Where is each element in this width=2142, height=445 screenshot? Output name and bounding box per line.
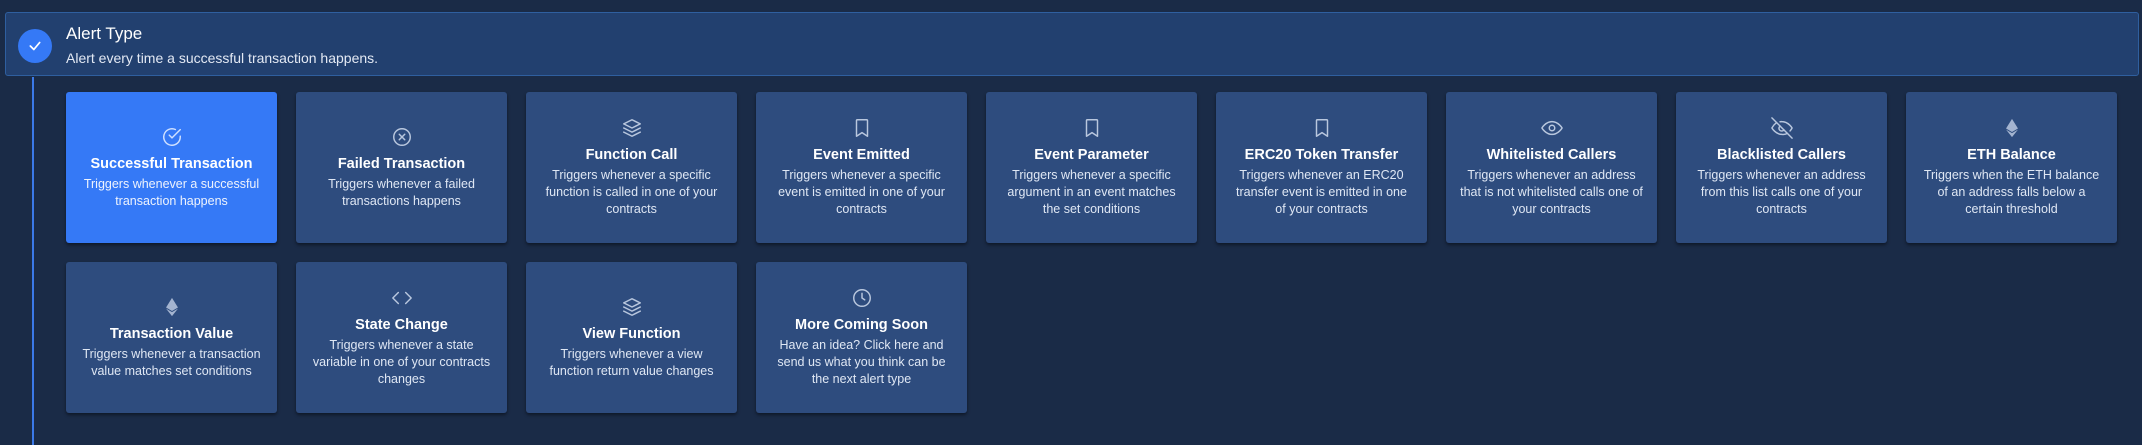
card-title: Blacklisted Callers (1717, 147, 1846, 163)
card-title: ERC20 Token Transfer (1244, 147, 1399, 163)
card-title: Function Call (585, 147, 678, 163)
card-title: View Function (582, 325, 681, 342)
header-subtitle: Alert every time a successful transactio… (66, 50, 379, 66)
alert-type-header[interactable]: Alert Type Alert every time a successful… (5, 12, 2139, 76)
card-title: State Change (355, 317, 448, 333)
alert-card-function-call[interactable]: Function Call Triggers whenever a specifi… (526, 92, 737, 243)
alert-card-event-parameter[interactable]: Event Parameter Triggers whenever a speci… (986, 92, 1197, 243)
alert-card-event-emitted[interactable]: Event Emitted Triggers whenever a specifi… (756, 92, 967, 243)
card-description: Triggers whenever an address that is not… (1460, 168, 1643, 216)
card-title: Event Emitted (813, 147, 910, 163)
card-title: ETH Balance (1967, 147, 2056, 163)
alert-card-blacklisted-callers[interactable]: Blacklisted Callers Triggers whenever an … (1676, 92, 1887, 243)
bookmark-icon (1081, 117, 1103, 139)
bookmark-icon (851, 117, 873, 139)
code-icon (391, 287, 413, 309)
alert-card-more-coming-soon[interactable]: More Coming Soon Have an idea? Click here… (756, 262, 967, 413)
card-description: Triggers whenever a specific argument in… (1007, 168, 1176, 216)
ethereum-icon (161, 296, 183, 318)
card-description: Triggers whenever a failed transactions … (328, 176, 475, 208)
bookmark-icon (1311, 117, 1333, 139)
card-title: Failed Transaction (337, 155, 466, 172)
card-title: Event Parameter (1034, 147, 1149, 163)
eye-icon (1540, 117, 1563, 139)
card-description: Triggers whenever an address from this l… (1697, 168, 1866, 216)
card-title: Successful Transaction (90, 155, 253, 172)
alert-card-eth-balance[interactable]: ETH Balance Triggers when the ETH balance… (1906, 92, 2117, 243)
alert-card-view-function[interactable]: View Function Triggers whenever a view fu… (526, 262, 737, 413)
alert-card-transaction-value[interactable]: Transaction Value Triggers whenever a tra… (66, 262, 277, 413)
card-description: Triggers whenever a state variable in on… (312, 338, 491, 386)
check-circle-icon (161, 126, 183, 148)
eye-off-icon (1770, 117, 1793, 139)
card-description: Triggers when the ETH balance of an addr… (1923, 168, 2100, 216)
alert-type-grid: Successful Transaction Triggers whenever … (66, 92, 2117, 413)
card-description: Triggers whenever a specific function is… (545, 168, 718, 216)
card-title: Whitelisted Callers (1486, 147, 1617, 163)
alert-card-whitelisted-callers[interactable]: Whitelisted Callers Triggers whenever an … (1446, 92, 1657, 243)
alert-card-erc20-token-transfer[interactable]: ERC20 Token Transfer Triggers whenever an… (1216, 92, 1427, 243)
layers-icon (621, 117, 643, 139)
card-description: Triggers whenever a successful transacti… (83, 176, 260, 208)
alert-card-failed-transaction[interactable]: Failed Transaction Triggers whenever a fa… (296, 92, 507, 243)
card-description: Triggers whenever a view function return… (549, 346, 714, 378)
card-description: Triggers whenever a transaction value ma… (82, 346, 261, 378)
card-description: Have an idea? Click here and send us wha… (777, 338, 946, 386)
timeline-line (32, 77, 34, 445)
alert-card-state-change[interactable]: State Change Triggers whenever a state va… (296, 262, 507, 413)
check-icon (18, 29, 52, 63)
header-title: Alert Type (66, 24, 143, 43)
clock-icon (851, 287, 873, 309)
card-description: Triggers whenever an ERC20 transfer even… (1236, 168, 1407, 216)
x-circle-icon (391, 126, 413, 148)
alert-card-successful-transaction[interactable]: Successful Transaction Triggers whenever … (66, 92, 277, 243)
card-title: Transaction Value (109, 325, 234, 342)
card-description: Triggers whenever a specific event is em… (778, 168, 945, 216)
ethereum-icon (2001, 117, 2023, 139)
layers-icon (621, 296, 643, 318)
card-title: More Coming Soon (795, 317, 928, 333)
